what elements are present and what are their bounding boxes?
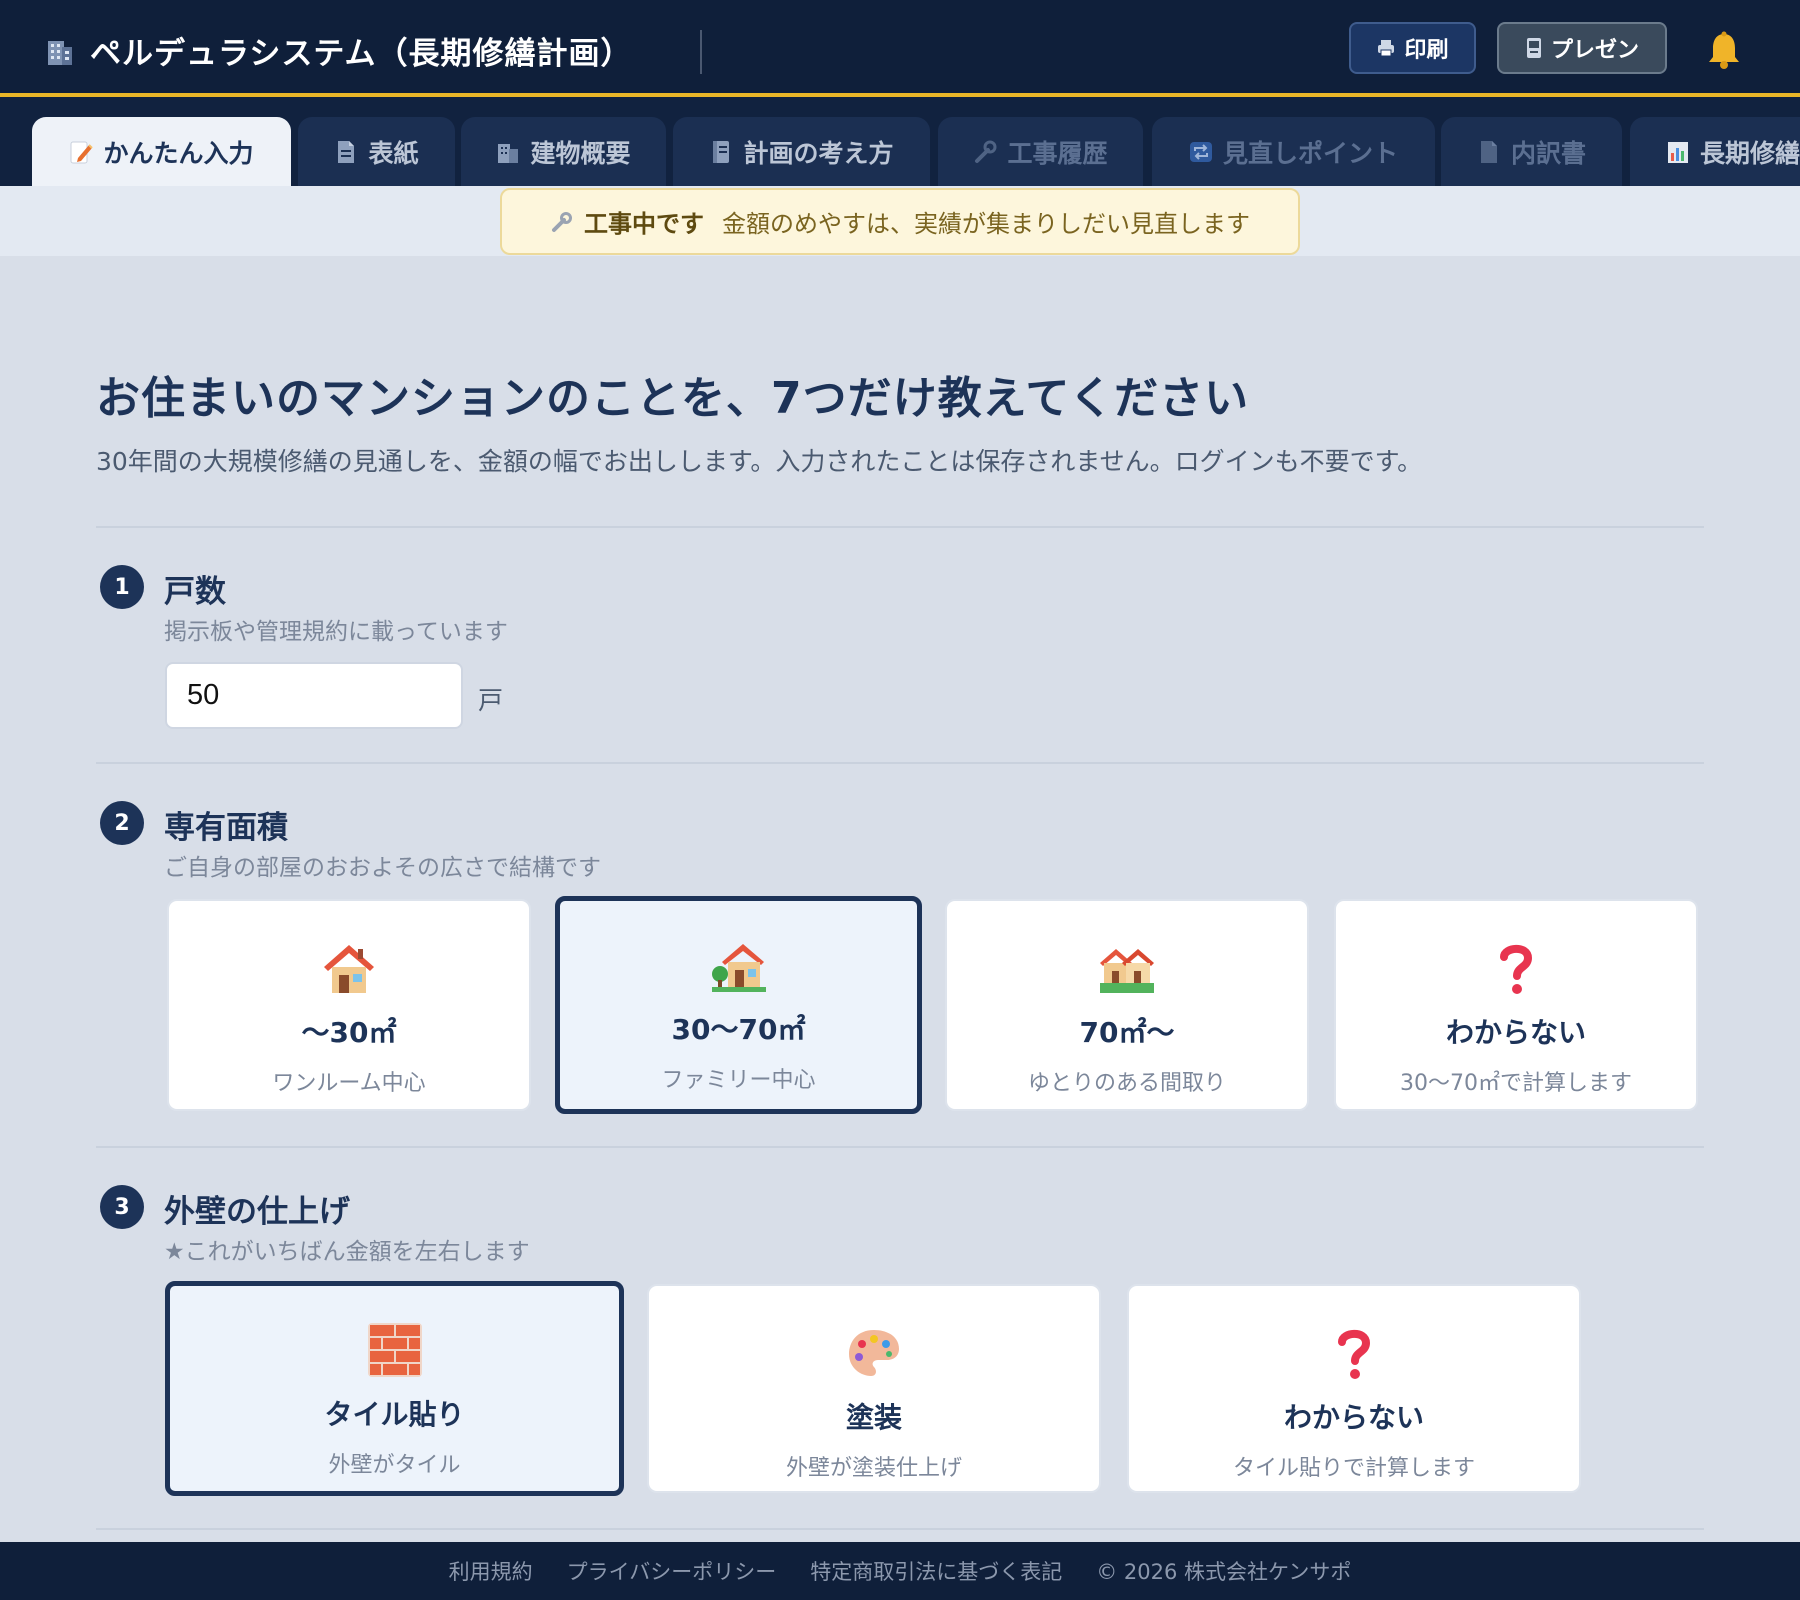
tab-work-history[interactable]: 工事履歴	[938, 117, 1143, 186]
building-icon	[498, 143, 519, 163]
footer-link-terms[interactable]: 利用規約	[449, 1556, 533, 1586]
printer-icon	[1378, 40, 1395, 57]
area-option-small[interactable]: 〜30㎡ ワンルーム中心	[167, 899, 531, 1111]
option-label: 〜30㎡	[301, 1016, 397, 1049]
tab-label: 計画の考え方	[743, 138, 894, 168]
option-sub: 30〜70㎡で計算します	[1400, 1071, 1632, 1096]
print-button-label: 印刷	[1404, 37, 1449, 62]
document-icon	[1480, 140, 1497, 163]
option-sub: ゆとりのある間取り	[1027, 1071, 1226, 1096]
palette-icon	[849, 1330, 899, 1376]
option-label: 70㎡〜	[1079, 1016, 1175, 1049]
construction-notice: 工事中です 金額のめやすは、実績が集まりしだい見直します	[500, 188, 1300, 255]
area-option-unknown[interactable]: わからない 30〜70㎡で計算します	[1334, 899, 1698, 1111]
option-label: わからない	[1283, 1401, 1424, 1434]
tab-cover[interactable]: 表紙	[298, 117, 455, 186]
option-sub: ワンルーム中心	[272, 1071, 426, 1096]
unit-label: 戸	[478, 686, 504, 715]
tab-quick-input[interactable]: かんたん入力	[32, 117, 291, 186]
option-label: 30〜70㎡	[671, 1013, 806, 1046]
notice-title: 工事中です	[584, 210, 704, 238]
brick-icon	[367, 1323, 422, 1377]
houses-icon	[1100, 949, 1154, 993]
wrench-icon	[552, 211, 572, 232]
area-option-large[interactable]: 70㎡〜 ゆとりのある間取り	[945, 899, 1309, 1111]
app-title: ペルデュラシステム（長期修繕計画）	[44, 28, 632, 73]
chart-icon	[1668, 141, 1688, 163]
option-sub: ファミリー中心	[661, 1068, 816, 1093]
house-with-garden-icon	[711, 944, 766, 992]
tab-long-term-repair[interactable]: 長期修繕	[1630, 117, 1800, 186]
option-label: タイル貼り	[324, 1398, 465, 1431]
divider	[96, 1146, 1704, 1148]
question-number: 2	[100, 801, 144, 845]
tab-building-overview[interactable]: 建物概要	[461, 117, 666, 186]
question-subtitle: 掲示板や管理規約に載っています	[164, 619, 508, 645]
option-sub: 外壁がタイル	[328, 1453, 461, 1478]
wall-option-paint[interactable]: 塗装 外壁が塗装仕上げ	[647, 1284, 1101, 1493]
question-title: 専有面積	[164, 810, 288, 846]
question-title: 戸数	[164, 574, 226, 610]
divider	[96, 762, 1704, 764]
notebook-icon	[713, 140, 730, 163]
tab-breakdown[interactable]: 内訳書	[1441, 117, 1622, 186]
memo-icon	[70, 141, 94, 163]
option-label: わからない	[1445, 1016, 1586, 1049]
option-label: 塗装	[845, 1401, 902, 1434]
question-title: 外壁の仕上げ	[164, 1194, 350, 1230]
app-header: ペルデュラシステム（長期修繕計画） 印刷 プレゼン	[0, 0, 1800, 97]
question-icon	[1338, 1329, 1371, 1379]
tab-label: 内訳書	[1510, 138, 1586, 168]
tab-review-points[interactable]: 見直しポイント	[1152, 117, 1435, 186]
divider	[96, 1528, 1704, 1530]
tab-label: 表紙	[368, 138, 419, 168]
area-option-family[interactable]: 30〜70㎡ ファミリー中心	[555, 896, 922, 1114]
page-description: 30年間の大規模修繕の見通しを、金額の幅でお出しします。入力されたことは保存され…	[96, 447, 1423, 476]
footer: 利用規約 プライバシーポリシー 特定商取引法に基づく表記 © 2026 株式会社…	[0, 1542, 1800, 1600]
notice-text: 金額のめやすは、実績が集まりしだい見直します	[722, 210, 1250, 238]
present-button[interactable]: プレゼン	[1497, 22, 1667, 74]
wall-option-tile[interactable]: タイル貼り 外壁がタイル	[165, 1281, 624, 1496]
footer-link-commerce-act[interactable]: 特定商取引法に基づく表記	[810, 1556, 1062, 1586]
question-subtitle: ご自身の部屋のおおよその広さで結構です	[164, 855, 601, 881]
tab-label: 見直しポイント	[1222, 138, 1398, 168]
question-number: 3	[100, 1185, 144, 1229]
footer-copyright: © 2026 株式会社ケンサポ	[1096, 1560, 1352, 1584]
tab-bar: かんたん入力 表紙 建物概要 計画の考え方 工事履歴 見直しポイント 内訳書 長…	[0, 97, 1800, 186]
footer-link-privacy[interactable]: プライバシーポリシー	[567, 1556, 777, 1586]
pager-icon	[1526, 38, 1541, 58]
house-icon	[324, 945, 374, 993]
option-sub: タイル貼りで計算します	[1232, 1456, 1475, 1481]
document-icon	[338, 140, 355, 163]
divider	[96, 526, 1704, 528]
print-button[interactable]: 印刷	[1349, 22, 1476, 74]
tab-label: 長期修繕	[1700, 138, 1800, 168]
repeat-icon	[1189, 141, 1212, 162]
question-icon	[1500, 944, 1533, 994]
page-title: お住まいのマンションのことを、7つだけ教えてください	[96, 373, 1250, 424]
question-number: 1	[100, 565, 144, 609]
unit-count-input[interactable]: 50	[165, 662, 463, 729]
tab-label: 建物概要	[530, 138, 631, 168]
app-title-text: ペルデュラシステム（長期修繕計画）	[90, 36, 633, 72]
building-icon	[48, 40, 72, 65]
tab-label: 工事履歴	[1007, 138, 1108, 168]
present-button-label: プレゼン	[1550, 37, 1639, 62]
tab-plan-approach[interactable]: 計画の考え方	[673, 117, 930, 186]
title-divider	[700, 30, 702, 74]
wall-option-unknown[interactable]: わからない タイル貼りで計算します	[1127, 1284, 1581, 1493]
wrench-icon	[975, 140, 997, 163]
tab-label: かんたん入力	[103, 138, 254, 168]
option-sub: 外壁が塗装仕上げ	[785, 1456, 962, 1481]
bell-icon[interactable]	[1706, 30, 1742, 70]
question-subtitle: ★これがいちばん金額を左右します	[164, 1239, 530, 1265]
